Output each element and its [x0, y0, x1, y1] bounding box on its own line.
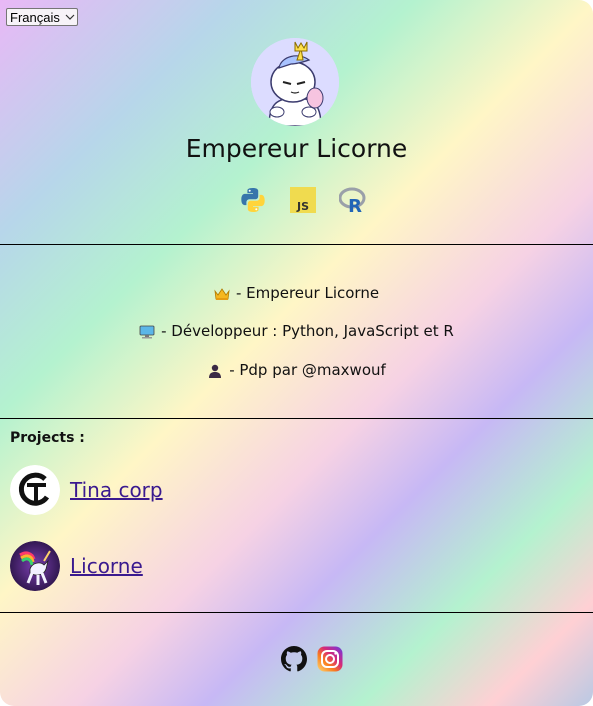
info-line-developer: - Développeur : Python, JavaScript et R: [0, 322, 593, 340]
profile-card: Français Empereur Licorne JS R - Empereu…: [0, 0, 593, 706]
info-line-pdp: - Pdp par @maxwouf: [0, 361, 593, 379]
info-text: - Pdp par @maxwouf: [229, 361, 386, 379]
person-icon: [207, 364, 223, 378]
info-text: - Empereur Licorne: [235, 284, 380, 302]
licorne-logo: [10, 541, 60, 591]
info-text: - Développeur : Python, JavaScript et R: [161, 322, 454, 340]
computer-icon: [139, 325, 155, 339]
social-links: [281, 646, 343, 672]
skills-icons: JS R: [239, 186, 367, 217]
project-link-licorne[interactable]: Licorne: [70, 554, 143, 578]
instagram-icon[interactable]: [317, 646, 343, 672]
svg-text:R: R: [348, 196, 362, 214]
divider: [0, 612, 593, 613]
javascript-icon: JS: [289, 186, 317, 214]
r-icon: R: [338, 186, 367, 217]
avatar: [251, 38, 339, 126]
projects-title: Projects :: [10, 430, 85, 446]
github-icon[interactable]: [281, 646, 307, 672]
language-select[interactable]: Français: [6, 8, 78, 26]
project-item-licorne[interactable]: Licorne: [10, 541, 143, 591]
project-item-tina-corp[interactable]: Tina corp: [10, 465, 163, 515]
profile-name: Empereur Licorne: [185, 134, 408, 163]
python-icon: [239, 186, 267, 214]
project-link-tina-corp[interactable]: Tina corp: [70, 478, 163, 502]
tina-corp-logo: [10, 465, 60, 515]
svg-text:JS: JS: [296, 200, 309, 213]
divider: [0, 418, 593, 419]
crown-icon: [214, 287, 230, 301]
info-line-crown: - Empereur Licorne: [0, 284, 593, 302]
language-select-value: Français: [10, 9, 60, 25]
chevron-down-icon: [63, 14, 77, 20]
divider: [0, 244, 593, 245]
